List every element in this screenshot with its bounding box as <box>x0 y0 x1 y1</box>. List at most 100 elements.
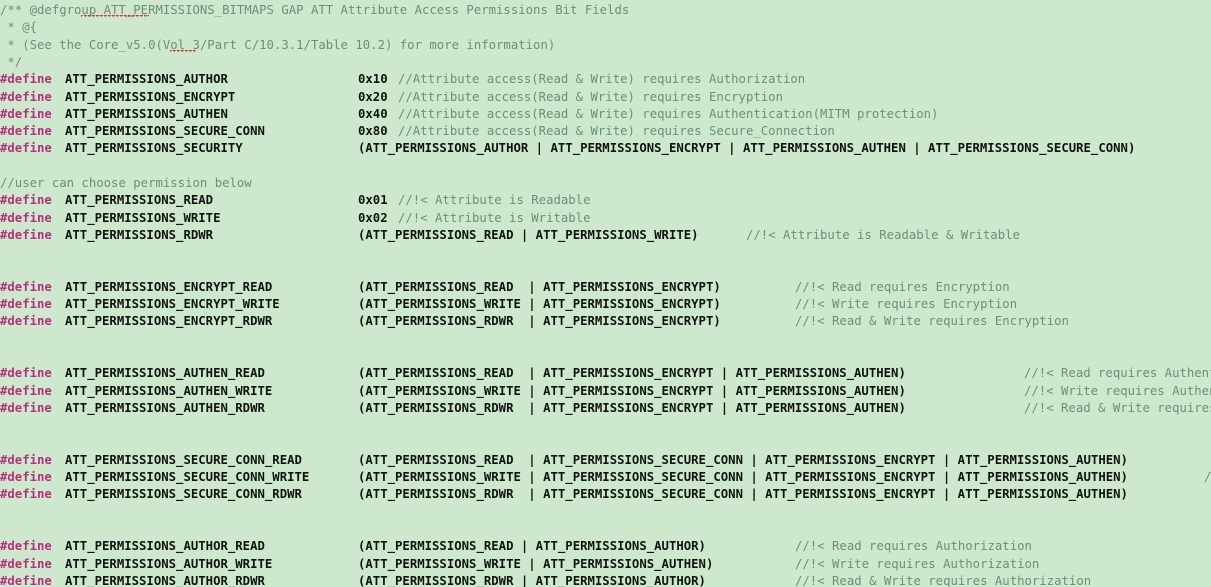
code-token-comment: //!< Read requires Authorization <box>795 539 1032 554</box>
code-token-directive: #define <box>0 487 52 502</box>
code-token-code: ATT_PERMISSIONS_AUTHOR_WRITE <box>65 556 273 571</box>
code-token-code: ATT_PERMISSIONS_ENCRYPT_READ <box>65 279 273 294</box>
code-line[interactable] <box>0 348 1211 365</box>
code-token-code: ATT_PERMISSIONS_AUTHOR_RDWR <box>65 573 265 587</box>
code-token-code: ATT_PERMISSIONS_RDWR <box>65 227 214 242</box>
code-line[interactable]: #define ATT_PERMISSIONS_SECURE_CONN 0x80 //… <box>0 123 1211 140</box>
code-line[interactable]: #define ATT_PERMISSIONS_SECURE_CONN_RDWR (… <box>0 486 1211 503</box>
code-line[interactable]: #define ATT_PERMISSIONS_AUTHOR 0x10 //Attri… <box>0 71 1211 88</box>
code-token-code: (ATT_PERMISSIONS_READ | ATT_PERMISSIONS_… <box>358 452 1128 467</box>
code-token-code: (ATT_PERMISSIONS_RDWR | ATT_PERMISSIONS_… <box>358 487 1128 502</box>
code-token-directive: #define <box>0 297 52 312</box>
code-line[interactable] <box>0 262 1211 279</box>
code-token-comment: //!< Attribute is Writable <box>398 210 591 225</box>
code-token-code: ATT_PERMISSIONS_AUTHEN_RDWR <box>65 400 265 415</box>
code-token-num: 0x01 <box>358 193 388 208</box>
code-line[interactable]: #define ATT_PERMISSIONS_AUTHEN_RDWR (ATT_P… <box>0 400 1211 417</box>
code-token-comment: //Attribute access(Read & Write) require… <box>398 72 806 87</box>
code-line[interactable]: #define ATT_PERMISSIONS_SECURE_CONN_READ (… <box>0 452 1211 469</box>
code-line[interactable] <box>0 435 1211 452</box>
code-token-code: (ATT_PERMISSIONS_WRITE | ATT_PERMISSIONS… <box>358 470 1128 485</box>
code-line[interactable]: #define ATT_PERMISSIONS_READ 0x01 //!< Attr… <box>0 192 1211 209</box>
code-token-comment: //!< Read & Write requires Encryption <box>795 314 1069 329</box>
code-token-directive: #define <box>0 470 52 485</box>
code-token-code: ATT_PERMISSIONS_SECURE_CONN_RDWR <box>65 487 302 502</box>
code-line[interactable] <box>0 521 1211 538</box>
code-line[interactable]: #define ATT_PERMISSIONS_AUTHOR_WRITE (ATT_… <box>0 556 1211 573</box>
code-token-code: (ATT_PERMISSIONS_AUTHOR | ATT_PERMISSION… <box>358 141 1136 156</box>
code-token-code: ATT_PERMISSIONS_READ <box>65 193 214 208</box>
code-token-num: 0x10 <box>358 72 388 87</box>
code-token-code: ATT_PERMISSIONS_AUTHOR_READ <box>65 539 265 554</box>
code-token-directive: #define <box>0 383 52 398</box>
code-token-code: ATT_PERMISSIONS_SECURE_CONN <box>65 124 265 139</box>
code-line[interactable] <box>0 158 1211 175</box>
code-token-directive: #define <box>0 89 52 104</box>
code-line[interactable]: #define ATT_PERMISSIONS_AUTHEN_READ (ATT_P… <box>0 365 1211 382</box>
code-token-num: 0x20 <box>358 89 388 104</box>
code-token-code: (ATT_PERMISSIONS_WRITE | ATT_PERMISSIONS… <box>358 297 721 312</box>
code-token-directive: #define <box>0 314 52 329</box>
code-token-comment: //!< Write requires Secure Connection <box>1204 470 1211 485</box>
code-line[interactable]: * @{ <box>0 19 1211 36</box>
code-token-code: ATT_PERMISSIONS_SECURE_CONN_READ <box>65 452 302 467</box>
code-token-code: ATT_PERMISSIONS_SECURE_CONN_WRITE <box>65 470 310 485</box>
code-token-code: ATT_PERMISSIONS_ENCRYPT_WRITE <box>65 297 280 312</box>
code-token-directive: #define <box>0 573 52 587</box>
code-token-code: (ATT_PERMISSIONS_RDWR | ATT_PERMISSIONS_… <box>358 573 706 587</box>
code-token-code: ATT_PERMISSIONS_AUTHOR <box>65 72 228 87</box>
code-token-code: (ATT_PERMISSIONS_RDWR | ATT_PERMISSIONS_… <box>358 400 906 415</box>
code-line[interactable]: #define ATT_PERMISSIONS_WRITE 0x02 //!< Att… <box>0 210 1211 227</box>
code-line[interactable]: #define ATT_PERMISSIONS_SECURITY (ATT_PERM… <box>0 140 1211 157</box>
code-line[interactable]: #define ATT_PERMISSIONS_ENCRYPT_WRITE (ATT… <box>0 296 1211 313</box>
code-line[interactable]: /** @defgroup ATT_PERMISSIONS_BITMAPS GA… <box>0 2 1211 20</box>
code-token-directive: #define <box>0 227 52 242</box>
code-line[interactable] <box>0 331 1211 348</box>
code-line[interactable]: #define ATT_PERMISSIONS_RDWR (ATT_PERMISSI… <box>0 227 1211 244</box>
code-token-comment: //!< Read & Write requires Authorization <box>795 573 1092 587</box>
code-token-directive: #define <box>0 556 52 571</box>
code-token-comment: //!< Read requires Encryption <box>795 279 1010 294</box>
code-line[interactable]: //user can choose permission below <box>0 175 1211 192</box>
code-token-comment: //Attribute access(Read & Write) require… <box>398 124 835 139</box>
code-token-num: 0x80 <box>358 124 388 139</box>
code-editor-viewport[interactable]: /** @defgroup ATT_PERMISSIONS_BITMAPS GA… <box>0 0 1211 587</box>
code-token-num: 0x40 <box>358 106 388 121</box>
code-token-comment: */ <box>0 54 23 69</box>
code-line[interactable] <box>0 417 1211 434</box>
code-token-code: ATT_PERMISSIONS_AUTHEN <box>65 106 228 121</box>
code-token-code: (ATT_PERMISSIONS_READ | ATT_PERMISSIONS_… <box>358 539 706 554</box>
code-token-directive: #define <box>0 124 52 139</box>
code-line[interactable]: #define ATT_PERMISSIONS_ENCRYPT 0x20 //Attr… <box>0 89 1211 106</box>
code-token-code: ATT_PERMISSIONS_WRITE <box>65 210 221 225</box>
code-token-directive: #define <box>0 279 52 294</box>
code-line[interactable] <box>0 244 1211 261</box>
code-token-comment: //!< Write requires Authentication <box>1024 383 1211 398</box>
code-line[interactable]: #define ATT_PERMISSIONS_ENCRYPT_RDWR (ATT_… <box>0 313 1211 330</box>
code-line[interactable]: * (See the Core_v5.0(Vol 3/Part C/10.3.1… <box>0 37 1211 54</box>
code-token-comment: //Attribute access(Read & Write) require… <box>398 106 939 121</box>
code-line[interactable]: #define ATT_PERMISSIONS_AUTHOR_READ (ATT_P… <box>0 538 1211 555</box>
code-line[interactable]: #define ATT_PERMISSIONS_AUTHEN 0x40 //Attri… <box>0 106 1211 123</box>
code-token-code: (ATT_PERMISSIONS_READ | ATT_PERMISSIONS_… <box>358 279 721 294</box>
code-line[interactable]: #define ATT_PERMISSIONS_AUTHOR_RDWR (ATT_P… <box>0 573 1211 587</box>
code-token-code: (ATT_PERMISSIONS_RDWR | ATT_PERMISSIONS_… <box>358 314 721 329</box>
code-token-directive: #define <box>0 400 52 415</box>
code-token-comment: //Attribute access(Read & Write) require… <box>398 89 783 104</box>
code-token-directive: #define <box>0 193 52 208</box>
code-token-comment: //!< Read requires Authentication <box>1024 366 1211 381</box>
code-token-comment: //!< Attribute is Readable <box>398 193 591 208</box>
code-token-code: ATT_PERMISSIONS_AUTHEN_READ <box>65 366 265 381</box>
code-line[interactable]: #define ATT_PERMISSIONS_ENCRYPT_READ (ATT_… <box>0 279 1211 296</box>
code-token-comment: * @{ <box>0 20 38 35</box>
code-line[interactable]: #define ATT_PERMISSIONS_AUTHEN_WRITE (ATT_… <box>0 383 1211 400</box>
code-token-code: (ATT_PERMISSIONS_WRITE | ATT_PERMISSIONS… <box>358 383 906 398</box>
code-line[interactable]: */ <box>0 54 1211 71</box>
code-token-directive: #define <box>0 366 52 381</box>
code-token-directive: #define <box>0 106 52 121</box>
code-token-comment: //!< Write requires Authorization <box>795 556 1040 571</box>
code-line[interactable] <box>0 504 1211 521</box>
code-line[interactable]: #define ATT_PERMISSIONS_SECURE_CONN_WRITE… <box>0 469 1211 486</box>
code-token-code: ATT_PERMISSIONS_SECURITY <box>65 141 243 156</box>
code-token-code: (ATT_PERMISSIONS_WRITE | ATT_PERMISSIONS… <box>358 556 714 571</box>
